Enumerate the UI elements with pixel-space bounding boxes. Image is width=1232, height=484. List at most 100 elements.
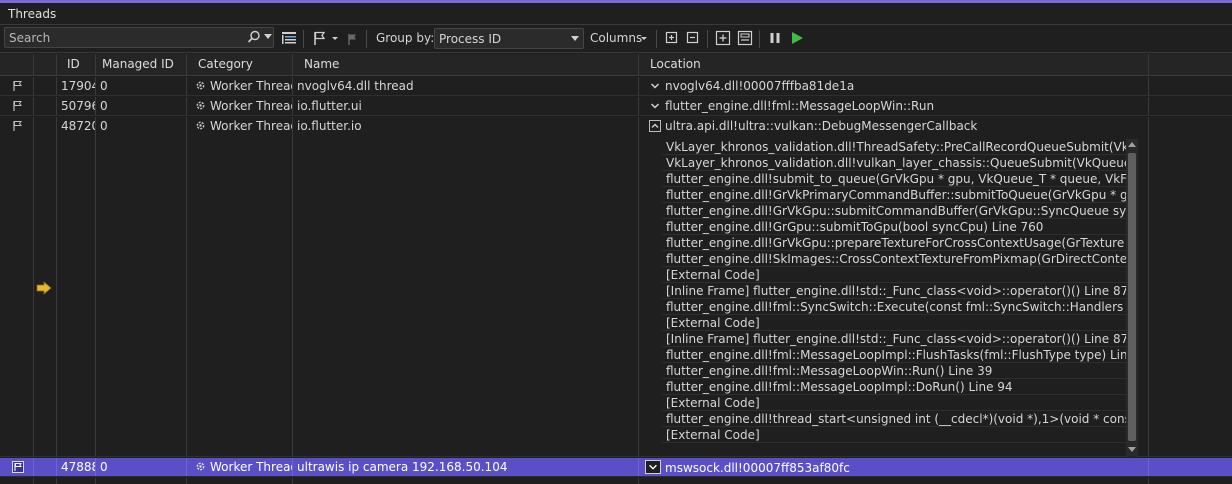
stack-frame[interactable]: flutter_engine.dll!GrGpu::submitToGpu(bo… <box>662 219 1126 235</box>
current-thread-cell <box>34 458 57 476</box>
group-by-label: Group by: <box>376 31 435 45</box>
category-cell: Worker Thread <box>187 97 293 115</box>
location-cell: flutter_engine.dll!fml::MessageLoopWin::… <box>639 97 1149 115</box>
stack-frame[interactable]: [External Code] <box>662 315 1126 331</box>
flag-cell[interactable] <box>0 478 34 484</box>
table-row[interactable]: 50796 0 Worker Thread io.flutter.ui flut… <box>0 97 1232 116</box>
gear-icon <box>196 121 205 130</box>
group-by-value: Process ID <box>439 32 502 46</box>
header-flag-column[interactable] <box>0 54 34 76</box>
current-thread-cell <box>34 97 57 115</box>
stack-frame[interactable]: VkLayer_khronos_validation.dll!ThreadSaf… <box>662 139 1126 155</box>
stack-frame[interactable]: flutter_engine.dll!fml::MessageLoopWin::… <box>662 363 1126 379</box>
flag-cell[interactable] <box>0 97 34 115</box>
location-text: ultra.api.dll!ultra::vulkan::DebugMessen… <box>665 119 978 133</box>
category-cell: Worker Thread <box>187 458 293 476</box>
scrollbar-thumb[interactable] <box>1128 153 1136 441</box>
flag-disabled-icon <box>348 34 356 45</box>
collapse-all-icon[interactable] <box>737 30 753 46</box>
stack-frame[interactable]: [External Code] <box>662 395 1126 411</box>
thread-name: io.flutter.io <box>293 117 639 456</box>
header-category[interactable]: Category <box>187 54 293 76</box>
managed-id: 0 <box>96 97 187 115</box>
stack-frame[interactable]: flutter_engine.dll!fml::SyncSwitch::Exec… <box>662 299 1126 315</box>
flag-icon[interactable] <box>12 80 24 92</box>
collapse-groups-icon[interactable] <box>685 30 701 46</box>
managed-id: 0 <box>96 117 187 456</box>
stack-frame[interactable]: flutter_engine.dll!thread_start<unsigned… <box>662 411 1126 427</box>
managed-id: 0 <box>96 77 187 95</box>
stack-frame[interactable]: flutter_engine.dll!GrVkGpu::prepareTextu… <box>662 235 1126 251</box>
stack-frame[interactable]: [Inline Frame] flutter_engine.dll!std::_… <box>662 283 1126 299</box>
header-id[interactable]: ID <box>57 54 96 76</box>
tool-window-titlebar: Threads <box>0 3 1232 25</box>
thread-id: 48720 <box>57 117 96 456</box>
chevron-down-icon[interactable] <box>649 80 661 92</box>
call-stack-list: VkLayer_khronos_validation.dll!ThreadSaf… <box>662 139 1126 445</box>
toolbar-separator <box>656 30 657 48</box>
expand-all-icon[interactable] <box>715 30 731 46</box>
location-text: mswsock.dll!00007ff853af80fc <box>665 461 850 475</box>
stack-frame[interactable]: [External Code] <box>662 267 1126 283</box>
chevron-down-icon[interactable] <box>330 30 340 46</box>
flag-cell[interactable] <box>0 77 34 95</box>
search-icon[interactable] <box>247 30 261 44</box>
flag-cell[interactable] <box>0 117 34 456</box>
flag-icon[interactable] <box>312 30 328 46</box>
toolbar: Group by: Process ID Columns <box>0 25 1232 53</box>
current-thread-cell <box>34 478 57 484</box>
category-cell: Worker Thread <box>187 77 293 95</box>
stack-frame[interactable]: flutter_engine.dll!SkImages::CrossContex… <box>662 251 1126 267</box>
category-text: Worker Thread <box>210 79 293 93</box>
chevron-down-icon[interactable] <box>264 34 272 40</box>
location-text: nvoglv64.dll!00007fffba81de1a <box>665 79 855 93</box>
scroll-up-arrow-icon[interactable] <box>1128 141 1136 149</box>
chevron-down-icon[interactable] <box>645 460 661 474</box>
table-row[interactable] <box>0 478 1232 484</box>
stack-frame[interactable]: flutter_engine.dll!fml::MessageLoopImpl:… <box>662 379 1126 395</box>
play-icon[interactable] <box>789 30 805 46</box>
scroll-down-arrow-icon[interactable] <box>1128 445 1136 453</box>
header-name[interactable]: Name <box>293 54 639 76</box>
location-cell: mswsock.dll!00007ff853af80fc <box>639 458 1149 476</box>
stack-frame[interactable]: flutter_engine.dll!submit_to_queue(GrVkG… <box>662 171 1126 187</box>
flag-icon[interactable] <box>12 461 24 473</box>
header-managed-id[interactable]: Managed ID <box>96 54 187 76</box>
table-row-selected[interactable]: 47888 0 Worker Thread ultrawis ip camera… <box>0 458 1232 477</box>
flag-icon[interactable] <box>12 120 24 132</box>
chevron-down-icon <box>571 36 579 41</box>
chevron-down-icon[interactable] <box>649 100 661 112</box>
header-current-column[interactable] <box>34 54 57 76</box>
thread-id <box>57 478 96 484</box>
category-text: Worker Thread <box>210 460 293 474</box>
stack-frame[interactable]: [External Code] <box>662 427 1126 443</box>
thread-id: 50796 <box>57 97 96 115</box>
search-box[interactable] <box>4 27 274 48</box>
column-header: ID Managed ID Category Name Location <box>0 54 1232 76</box>
expand-callstacks-icon[interactable] <box>281 30 297 46</box>
category-cell <box>187 478 293 484</box>
header-location[interactable]: Location <box>639 54 1149 76</box>
chevron-down-icon[interactable] <box>639 30 649 46</box>
stack-frame[interactable]: [Inline Frame] flutter_engine.dll!std::_… <box>662 331 1126 347</box>
flag-icon[interactable] <box>12 100 24 112</box>
search-input[interactable] <box>9 30 239 45</box>
toolbar-separator <box>759 30 760 48</box>
managed-id: 0 <box>96 458 187 476</box>
table-row[interactable]: 17904 0 Worker Thread nvoglv64.dll threa… <box>0 77 1232 96</box>
columns-button[interactable]: Columns <box>590 31 642 45</box>
stack-frame[interactable]: VkLayer_khronos_validation.dll!vulkan_la… <box>662 155 1126 171</box>
location-cell: nvoglv64.dll!00007fffba81de1a <box>639 77 1149 95</box>
threads-grid: 17904 0 Worker Thread nvoglv64.dll threa… <box>0 77 1232 484</box>
chevron-up-icon[interactable] <box>649 120 661 132</box>
call-stack-scrollbar[interactable] <box>1126 139 1138 457</box>
stack-frame[interactable]: flutter_engine.dll!GrVkPrimaryCommandBuf… <box>662 187 1126 203</box>
flag-cell[interactable] <box>0 458 34 476</box>
pause-icon[interactable] <box>767 30 783 46</box>
managed-id <box>96 478 187 484</box>
group-by-select[interactable]: Process ID <box>434 28 584 49</box>
stack-frame[interactable]: flutter_engine.dll!GrVkGpu::submitComman… <box>662 203 1126 219</box>
expand-groups-icon[interactable] <box>664 30 680 46</box>
gear-icon <box>196 462 205 471</box>
stack-frame[interactable]: flutter_engine.dll!fml::MessageLoopImpl:… <box>662 347 1126 363</box>
